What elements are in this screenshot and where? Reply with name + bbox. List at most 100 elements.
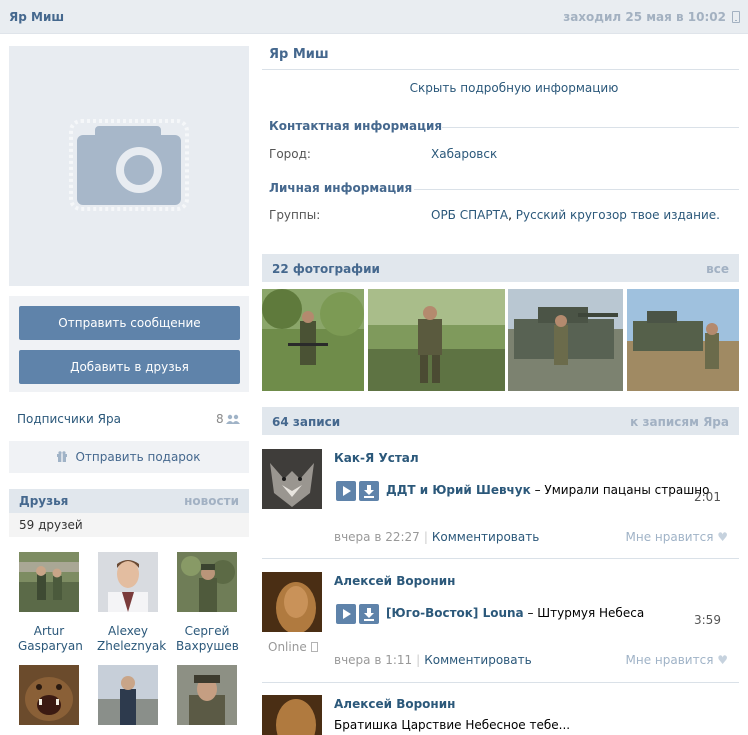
divider — [262, 682, 739, 683]
friend-last-name[interactable]: Вахрушев — [176, 639, 239, 654]
photo-thumbnail[interactable] — [368, 289, 505, 391]
track-artist[interactable]: ДДТ и Юрий Шевчук — [386, 483, 531, 497]
track-duration: 2:01 — [694, 490, 721, 504]
download-icon[interactable] — [359, 481, 379, 501]
like-button[interactable]: Мне нравится ♥ — [626, 530, 728, 544]
comment-link[interactable]: Комментировать — [424, 653, 531, 667]
play-icon[interactable] — [336, 481, 356, 501]
post-time[interactable]: вчера в 22:27 — [334, 530, 420, 544]
profile-name: Яр Миш — [269, 47, 329, 62]
like-label[interactable]: Мне нравится — [626, 653, 714, 667]
post-author[interactable]: Алексей Воронин — [334, 697, 455, 711]
wall-link[interactable]: к записям Яра — [630, 415, 729, 429]
friend-item[interactable] — [176, 665, 238, 735]
photos-title[interactable]: 22 фотографии — [272, 262, 380, 276]
comment-link[interactable]: Комментировать — [432, 530, 539, 544]
friend-photo[interactable] — [19, 665, 79, 725]
friend-first-name[interactable]: Сергей — [176, 624, 238, 639]
city-label: Город: — [269, 147, 311, 161]
send-message-button[interactable]: Отправить сообщение — [19, 306, 240, 340]
subscribers-link[interactable]: Подписчики Яра — [17, 412, 121, 426]
avatar-placeholder[interactable] — [9, 46, 249, 286]
personal-section-title: Личная информация — [269, 181, 413, 195]
last-seen: заходил 25 мая в 10:02 — [563, 10, 726, 24]
friend-first-name[interactable]: Artur — [18, 624, 80, 639]
track-duration: 3:59 — [694, 613, 721, 627]
wall-title[interactable]: 64 записи — [272, 415, 340, 429]
divider — [262, 69, 739, 70]
add-friend-button[interactable]: Добавить в друзья — [19, 350, 240, 384]
track-name[interactable]: Штурмуя Небеса — [537, 606, 644, 620]
like-label[interactable]: Мне нравится — [626, 530, 714, 544]
friend-photo[interactable] — [177, 552, 237, 612]
header-name[interactable]: Яр Миш — [9, 10, 64, 24]
online-status: Online — [268, 640, 318, 654]
like-button[interactable]: Мне нравится ♥ — [626, 653, 728, 667]
send-gift-label: Отправить подарок — [75, 450, 201, 464]
city-value[interactable]: Хабаровск — [431, 147, 497, 161]
track-artist[interactable]: [Юго-Восток] Louna — [386, 606, 524, 620]
track-title[interactable]: ДДТ и Юрий Шевчук – Умирали пацаны страш… — [386, 483, 709, 497]
friend-item[interactable] — [18, 665, 80, 735]
friend-photo[interactable] — [98, 552, 158, 612]
post-author-avatar[interactable] — [262, 449, 322, 509]
divider — [262, 558, 739, 559]
friend-last-name[interactable]: Zheleznyak — [97, 639, 166, 654]
hide-info-label[interactable]: Скрыть подробную информацию — [248, 81, 748, 95]
friends-news-link[interactable]: новости — [184, 494, 239, 508]
post-time[interactable]: вчера в 1:11 — [334, 653, 412, 667]
post-text: Братишка Царствие Небесное тебе... — [334, 718, 571, 732]
heart-icon: ♥ — [717, 530, 728, 544]
friend-photo[interactable] — [177, 665, 237, 725]
friend-photo[interactable] — [19, 552, 79, 612]
group-link[interactable]: Русский кругозор твое издание. — [516, 208, 720, 222]
send-gift-button[interactable]: Отправить подарок — [9, 441, 249, 473]
groups-label: Группы: — [269, 208, 321, 222]
post-author-avatar[interactable] — [262, 572, 322, 632]
group-link[interactable]: ОРБ СПАРТА — [431, 208, 508, 222]
friend-first-name[interactable]: Alexey — [97, 624, 159, 639]
friend-last-name[interactable]: Gasparyan — [18, 639, 83, 654]
friends-count: 59 друзей — [19, 518, 83, 532]
post-author[interactable]: Алексей Воронин — [334, 574, 455, 588]
photos-header[interactable]: 22 фотографии все — [262, 254, 739, 282]
meta-separator: | — [423, 530, 428, 544]
photo-thumbnail[interactable] — [262, 289, 364, 391]
photo-thumbnail[interactable] — [627, 289, 739, 391]
track-name[interactable]: Умирали пацаны страшно — [544, 483, 709, 497]
post-author[interactable]: Как-Я Устал — [334, 451, 419, 465]
photos-all-link[interactable]: все — [706, 262, 729, 276]
mobile-icon — [732, 11, 740, 23]
friend-item[interactable] — [97, 665, 159, 735]
wall-header[interactable]: 64 записи к записям Яра — [262, 407, 739, 435]
contact-section-title: Контактная информация — [269, 119, 443, 133]
post-meta: вчера в 1:11 | Комментировать — [334, 653, 532, 667]
camera-icon — [69, 119, 189, 211]
online-label: Online — [268, 640, 307, 654]
divider — [414, 189, 739, 190]
hide-info-link[interactable]: Скрыть подробную информацию — [262, 81, 748, 95]
divider — [442, 127, 739, 128]
post-author-avatar[interactable] — [262, 695, 322, 735]
friends-count-bar: 59 друзей — [9, 513, 249, 537]
heart-icon: ♥ — [717, 653, 728, 667]
profile-header: Яр Миш заходил 25 мая в 10:02 — [0, 0, 748, 34]
friends-title[interactable]: Друзья — [19, 494, 68, 508]
track-dash: – — [530, 483, 545, 497]
subscribers-count[interactable]: 8 — [216, 412, 224, 426]
friend-photo[interactable] — [98, 665, 158, 725]
group-separator: , — [508, 208, 516, 222]
users-icon — [226, 414, 240, 424]
download-icon[interactable] — [359, 604, 379, 624]
mobile-icon — [310, 642, 318, 652]
track-title[interactable]: [Юго-Восток] Louna – Штурмуя Небеса — [386, 606, 644, 620]
post-meta: вчера в 22:27 | Комментировать — [334, 530, 539, 544]
friend-item[interactable]: Artur Gasparyan — [18, 552, 83, 654]
friend-item[interactable]: Alexey Zheleznyak — [97, 552, 166, 654]
gift-icon — [57, 451, 68, 462]
photo-thumbnail[interactable] — [508, 289, 623, 391]
play-icon[interactable] — [336, 604, 356, 624]
action-buttons: Отправить сообщение Добавить в друзья — [9, 296, 249, 392]
friends-header[interactable]: Друзья новости — [9, 489, 249, 513]
friend-item[interactable]: Сергей Вахрушев — [176, 552, 239, 654]
